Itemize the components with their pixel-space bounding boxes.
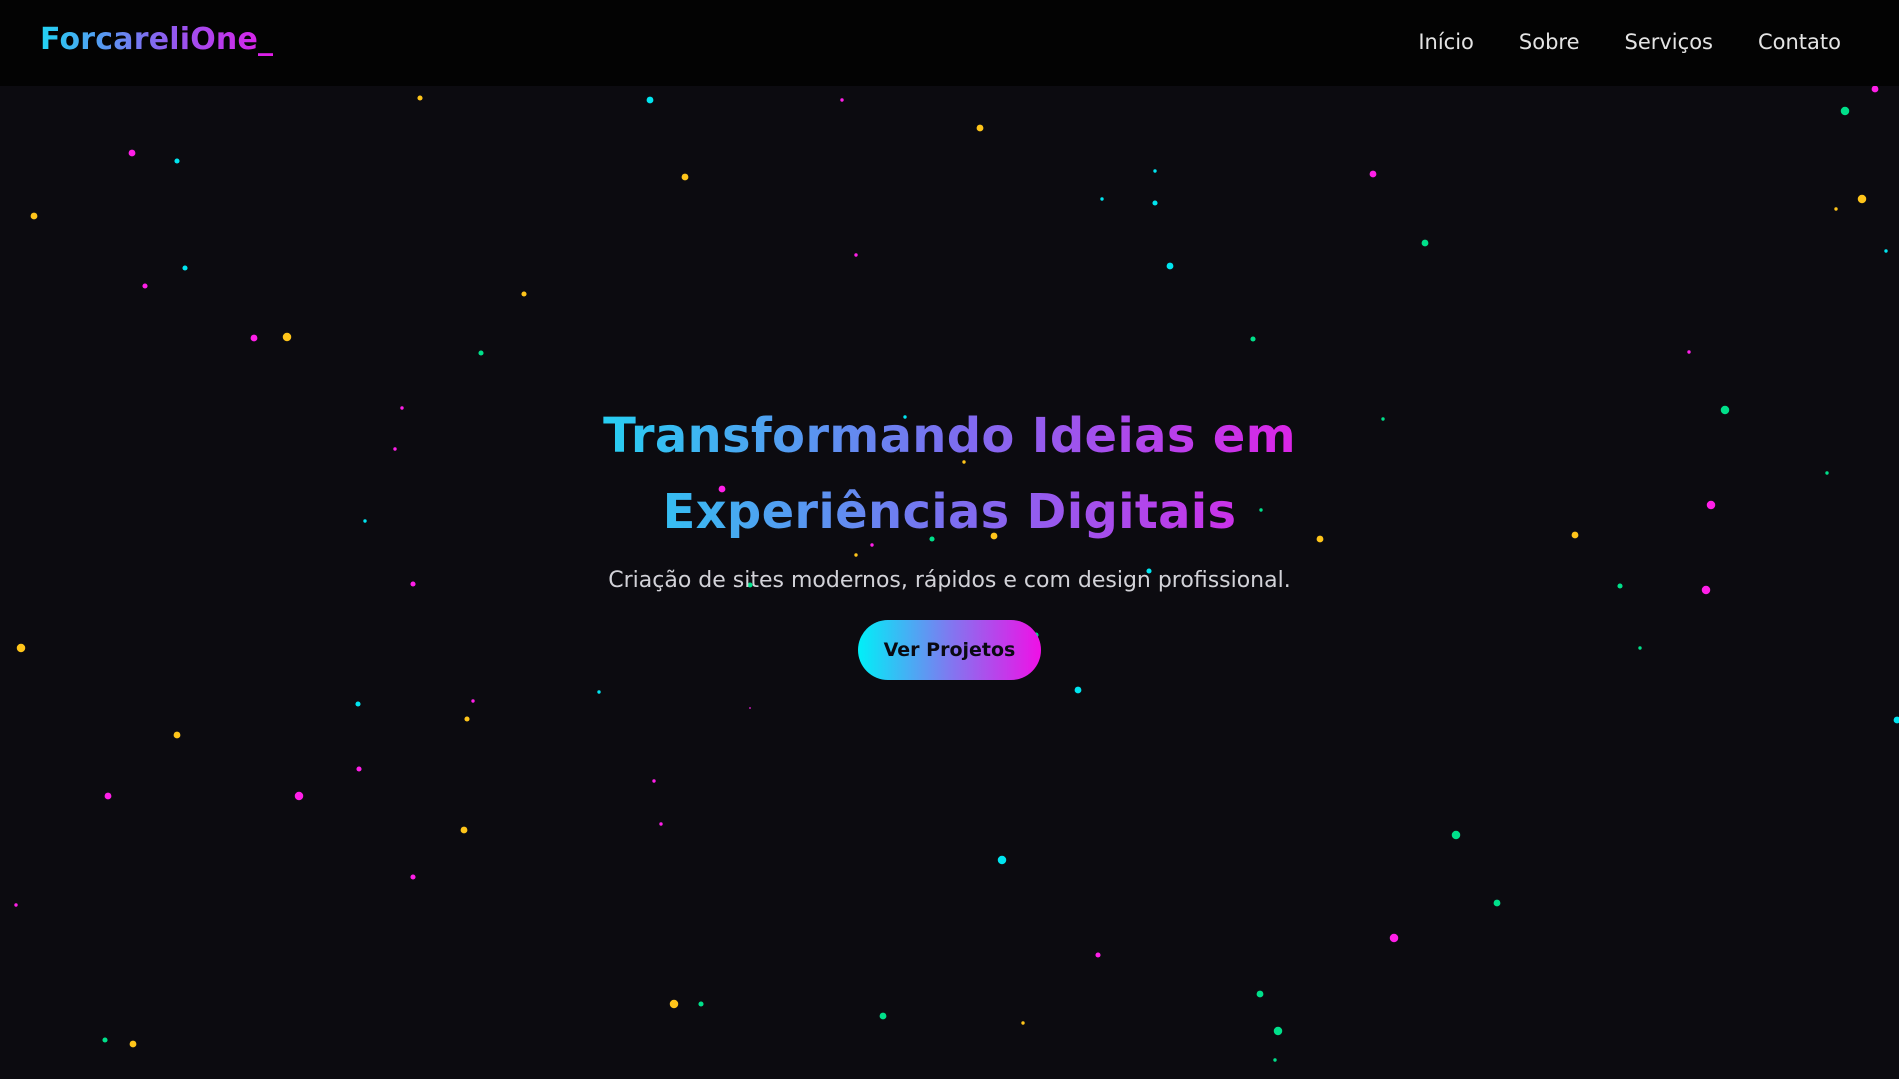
particle-dot xyxy=(129,1040,137,1048)
particle-dot xyxy=(460,826,468,834)
particle-dot xyxy=(597,690,601,694)
site-logo[interactable]: ForcareliOne_ xyxy=(40,22,273,57)
particle-dot xyxy=(1250,336,1256,342)
particle-dot xyxy=(1021,1021,1025,1025)
particle-dot xyxy=(1152,200,1158,206)
particle-dot xyxy=(879,1012,887,1020)
particle-dot xyxy=(1273,1026,1283,1036)
particle-dot xyxy=(652,779,656,783)
nav-link-inicio[interactable]: Início xyxy=(1418,30,1474,54)
nav-menu: Início Sobre Serviços Contato xyxy=(1418,30,1841,54)
particle-dot xyxy=(521,291,527,297)
particle-dot xyxy=(250,334,258,342)
particle-dot xyxy=(355,701,361,707)
particle-dot xyxy=(1893,716,1899,724)
particle-dot xyxy=(1389,933,1399,943)
particle-dot xyxy=(410,874,416,880)
particle-dot xyxy=(659,822,663,826)
particle-dot xyxy=(646,96,654,104)
particle-dot xyxy=(1871,85,1879,93)
particle-dot xyxy=(173,731,181,739)
particle-dot xyxy=(1451,830,1461,840)
nav-link-sobre[interactable]: Sobre xyxy=(1519,30,1580,54)
particle-dot xyxy=(104,792,112,800)
particle-dot xyxy=(174,158,180,164)
particle-dot xyxy=(1273,1058,1277,1062)
particle-dot xyxy=(1884,249,1888,253)
particle-dot xyxy=(294,791,304,801)
particle-dot xyxy=(14,903,18,907)
particle-dot xyxy=(749,707,751,709)
particle-dot xyxy=(1166,262,1174,270)
particle-dot xyxy=(282,332,292,342)
particle-dot xyxy=(976,124,984,132)
particle-dot xyxy=(840,98,844,102)
hero-subtitle: Criação de sites modernos, rápidos e com… xyxy=(608,568,1291,593)
particle-dot xyxy=(997,855,1007,865)
particle-dot xyxy=(698,1001,704,1007)
particle-dot xyxy=(142,283,148,289)
particle-dot xyxy=(669,999,679,1009)
particle-dot xyxy=(464,716,470,722)
particle-dot xyxy=(1095,952,1101,958)
particle-dot xyxy=(1857,194,1867,204)
particle-dot xyxy=(182,265,188,271)
particle-dot xyxy=(478,350,484,356)
particle-dot xyxy=(1687,350,1691,354)
particle-dot xyxy=(1256,990,1264,998)
particle-dot xyxy=(471,699,475,703)
nav-link-servicos[interactable]: Serviços xyxy=(1625,30,1713,54)
particle-dot xyxy=(102,1037,108,1043)
particle-dot xyxy=(681,173,689,181)
navbar: ForcareliOne_ Início Sobre Serviços Cont… xyxy=(0,0,1899,86)
view-projects-button[interactable]: Ver Projetos xyxy=(858,620,1041,680)
hero-title: Transformando Ideias em Experiências Dig… xyxy=(570,398,1330,550)
particle-dot xyxy=(1840,106,1850,116)
nav-link-contato[interactable]: Contato xyxy=(1758,30,1841,54)
page: ForcareliOne_ Início Sobre Serviços Cont… xyxy=(0,0,1899,1079)
particle-dot xyxy=(30,212,38,220)
particle-dot xyxy=(417,95,423,101)
particle-dot xyxy=(356,766,362,772)
particle-dot xyxy=(1834,207,1838,211)
particle-dot xyxy=(1153,169,1157,173)
particle-dot xyxy=(128,149,136,157)
particle-dot xyxy=(854,253,858,257)
particle-dot xyxy=(1100,197,1104,201)
hero-section: Transformando Ideias em Experiências Dig… xyxy=(0,398,1899,680)
particle-dot xyxy=(1074,686,1082,694)
particle-dot xyxy=(1493,899,1501,907)
particle-dot xyxy=(1421,239,1429,247)
particle-dot xyxy=(1369,170,1377,178)
